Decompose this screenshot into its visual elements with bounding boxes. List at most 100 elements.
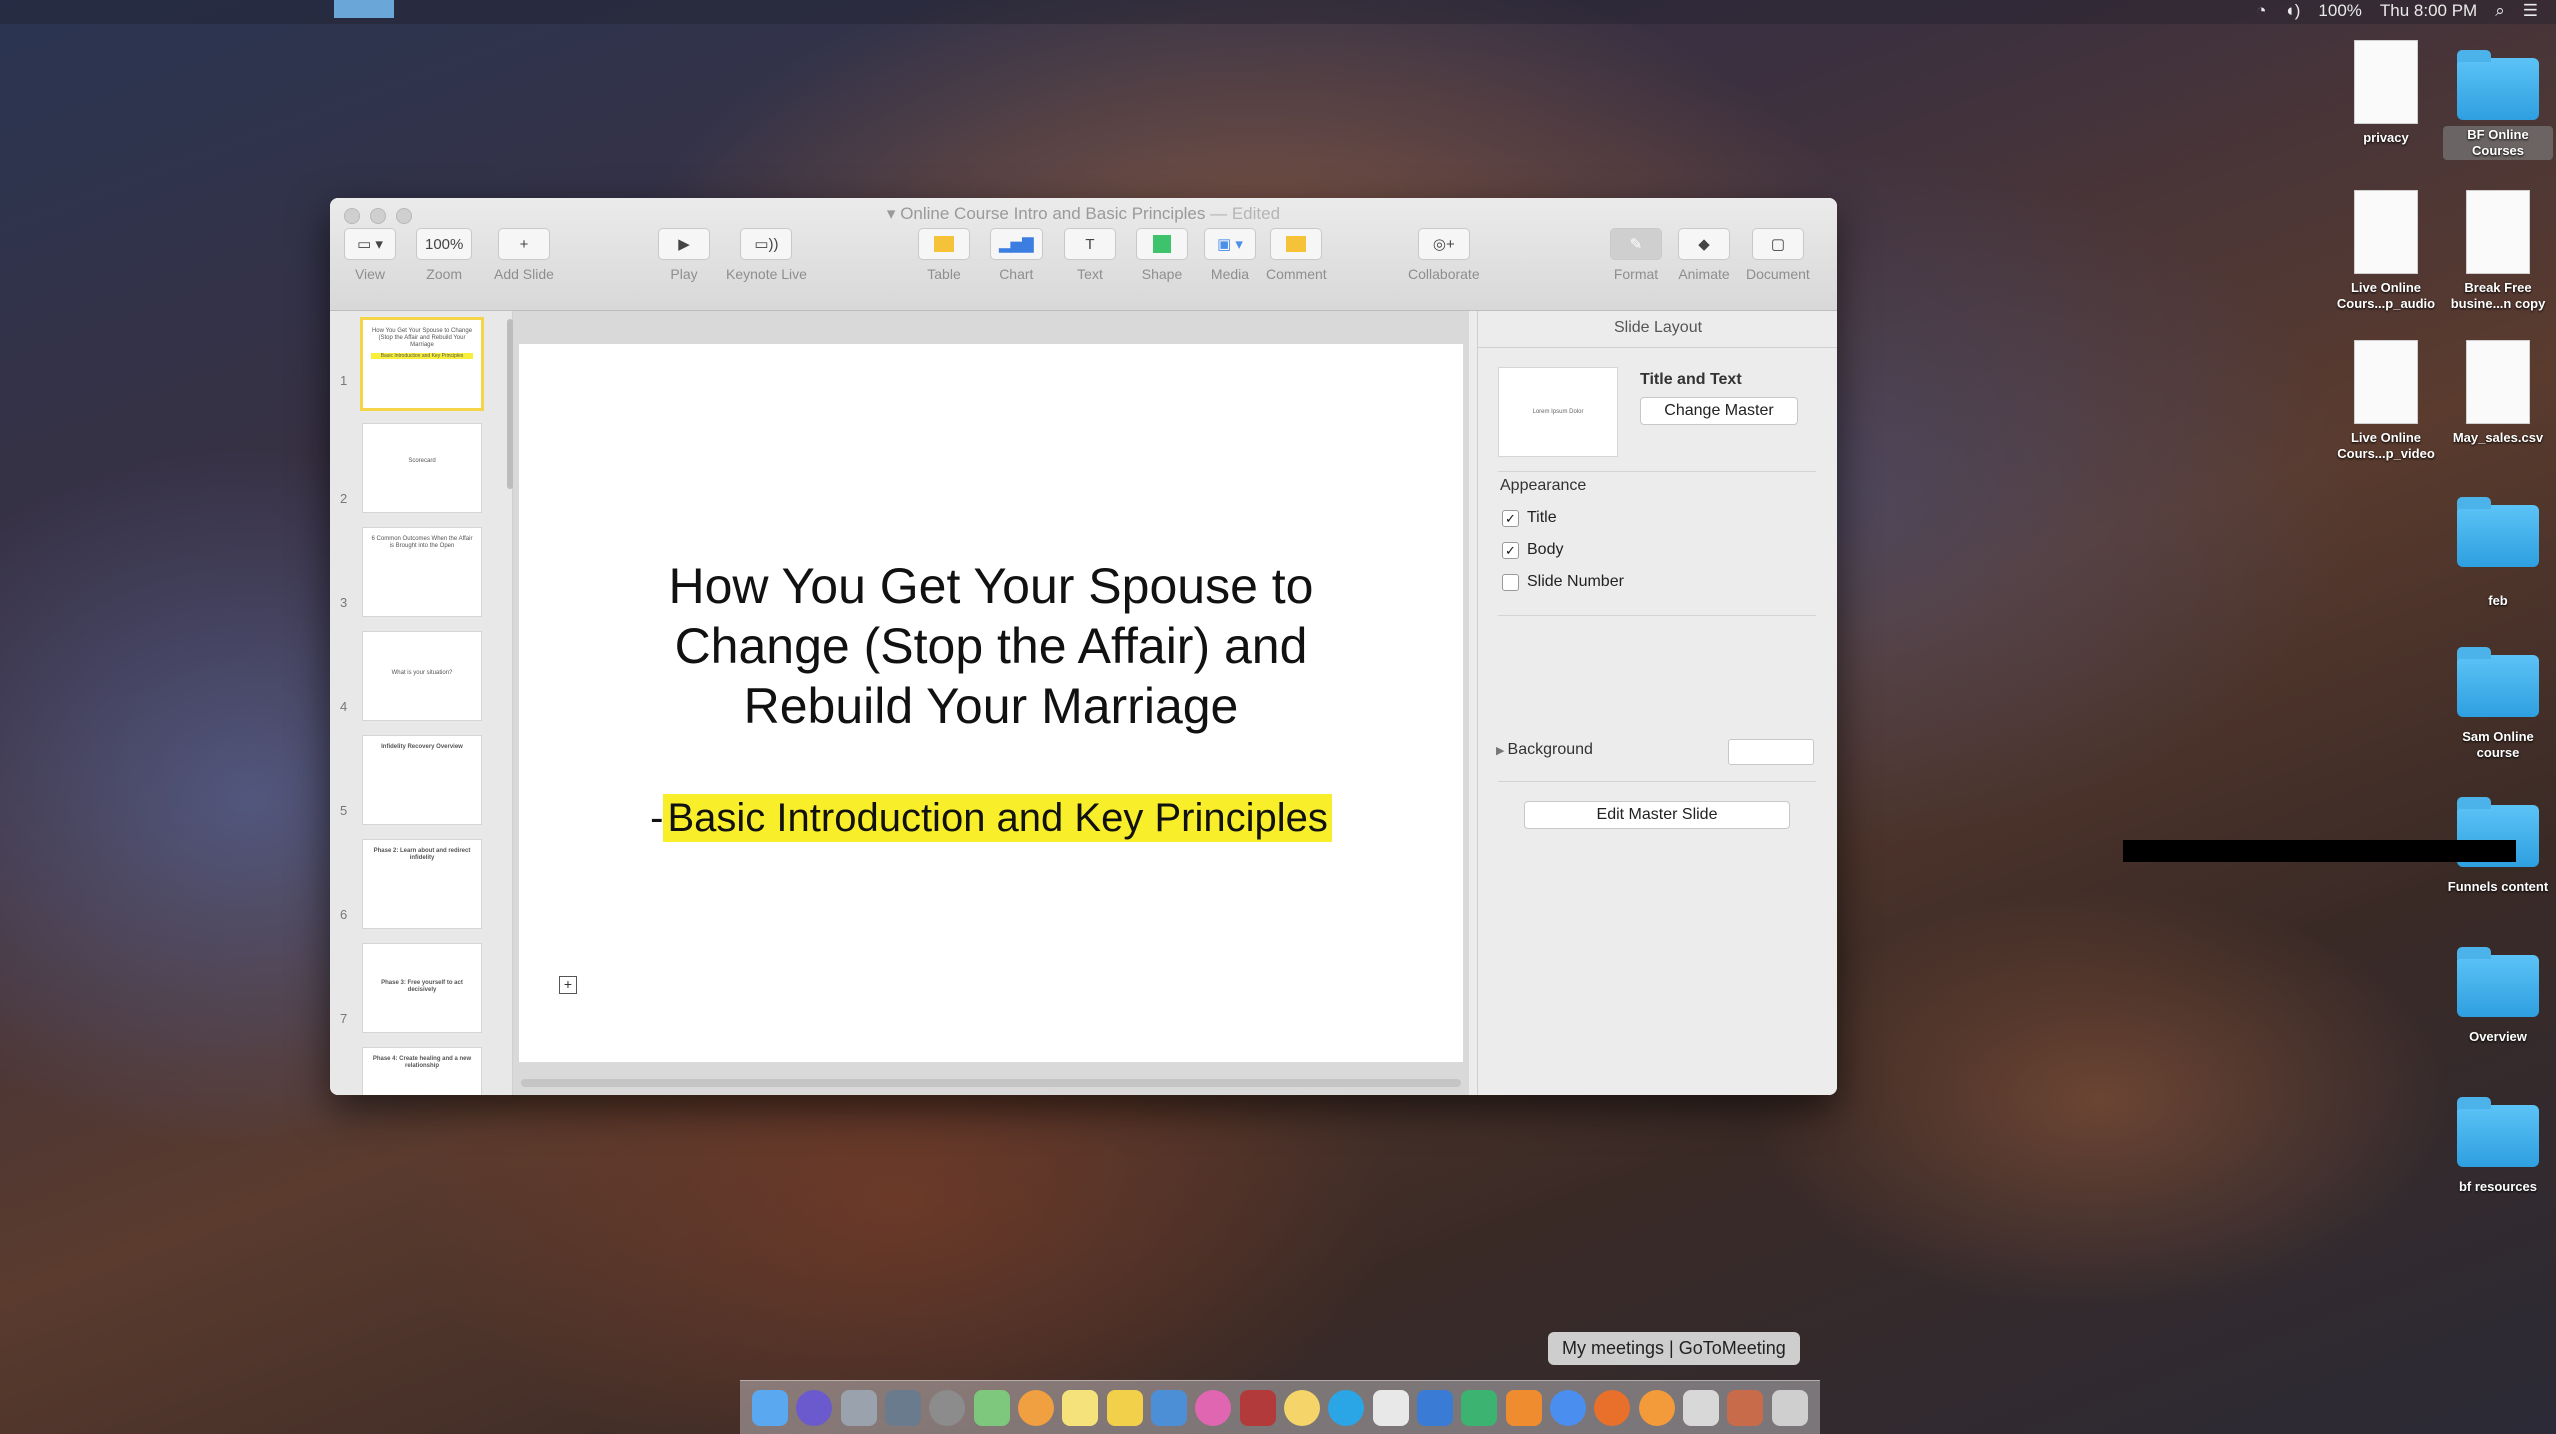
notification-center-icon[interactable]: ☰ <box>2523 1 2538 21</box>
mission-control-icon[interactable] <box>885 1389 922 1426</box>
play-button[interactable]: ▶ Play <box>658 228 710 282</box>
animate-button[interactable]: ◆ Animate <box>1678 228 1730 282</box>
divider <box>1498 615 1816 616</box>
current-slide[interactable]: How You Get Your Spouse to Change (Stop … <box>519 344 1463 1062</box>
numbers-icon[interactable] <box>1461 1389 1498 1426</box>
desktop-stack-icon[interactable] <box>1683 1389 1720 1426</box>
change-master-button[interactable]: Change Master <box>1640 397 1798 425</box>
notes-icon[interactable] <box>1062 1389 1099 1426</box>
launchpad-icon[interactable] <box>840 1389 877 1426</box>
slide-canvas-area[interactable]: How You Get Your Spouse to Change (Stop … <box>513 311 1469 1095</box>
slide-thumbnail-7[interactable]: Phase 3: Free yourself to act decisively <box>362 943 482 1033</box>
keynote-live-icon: ▭)) <box>740 228 793 260</box>
slide-title[interactable]: How You Get Your Spouse to Change (Stop … <box>609 556 1373 736</box>
keynote-icon[interactable] <box>1417 1389 1454 1426</box>
media-button[interactable]: ▣ ▾ Media <box>1204 228 1256 282</box>
table-button[interactable]: Table <box>918 228 970 282</box>
desktop-icon-bf-online-courses[interactable]: BF Online Courses <box>2443 50 2553 160</box>
desktop-icon-privacy[interactable]: privacy <box>2331 40 2441 146</box>
divider <box>1498 471 1816 472</box>
finder-icon[interactable] <box>752 1389 789 1426</box>
desktop-icon-overview[interactable]: Overview <box>2443 947 2553 1045</box>
lemon-app-icon[interactable] <box>1284 1389 1321 1426</box>
view-button[interactable]: ▭ ▾ View <box>344 228 396 282</box>
volume-icon[interactable]: ◖) <box>2284 1 2300 21</box>
itunes-icon[interactable] <box>1195 1389 1232 1426</box>
system-preferences-icon[interactable] <box>929 1389 966 1426</box>
paintbrush-icon: ✎ <box>1610 228 1662 260</box>
photos-icon[interactable] <box>1018 1389 1055 1426</box>
photo-booth-icon[interactable] <box>1239 1389 1276 1426</box>
slide-thumbnail-2[interactable]: Scorecard <box>362 423 482 513</box>
master-thumbnail[interactable]: Lorem Ipsum Dolor <box>1498 367 1618 457</box>
desktop-icon-may-sales[interactable]: May_sales.csv <box>2443 340 2553 446</box>
pages-icon[interactable] <box>1505 1389 1542 1426</box>
background-disclosure[interactable]: ▶ Background <box>1496 741 1593 759</box>
slide-subtitle[interactable]: - Basic Introduction and Key Principles <box>519 794 1463 842</box>
stickies-icon[interactable] <box>1106 1389 1143 1426</box>
trash-icon[interactable] <box>1771 1389 1808 1426</box>
folder-icon <box>2457 947 2539 1017</box>
text-button[interactable]: T Text <box>1064 228 1116 282</box>
downloads-stack-icon[interactable] <box>1727 1389 1764 1426</box>
format-button[interactable]: ✎ Format <box>1610 228 1662 282</box>
canvas-horizontal-scrollbar[interactable] <box>521 1079 1461 1087</box>
desktop-icon-live-audio[interactable]: Live Online Cours...p_audio <box>2331 190 2441 312</box>
checkmark-icon: ✓ <box>1502 541 1519 559</box>
zoom-dropdown[interactable]: 100% Zoom <box>416 228 473 282</box>
collaborate-button[interactable]: ◎+ Collaborate <box>1408 228 1480 282</box>
edit-master-slide-button[interactable]: Edit Master Slide <box>1524 801 1790 829</box>
preview-icon[interactable] <box>1151 1389 1188 1426</box>
slide-navigator[interactable]: How You Get Your Spouse to Change (Stop … <box>330 311 513 1095</box>
folder-icon <box>2457 1097 2539 1167</box>
slide-number-checkbox[interactable]: Slide Number <box>1502 573 1624 591</box>
desktop-icon-bf-resources[interactable]: bf resources <box>2443 1097 2553 1195</box>
chart-icon: ▂▅▇ <box>990 228 1043 260</box>
chart-button[interactable]: ▂▅▇ Chart <box>990 228 1043 282</box>
desktop-icon-sam-online-course[interactable]: Sam Online course <box>2443 647 2553 761</box>
master-name: Title and Text <box>1640 371 1742 388</box>
background-color-well[interactable] <box>1728 739 1814 765</box>
slide-thumbnail-8[interactable]: Phase 4: Create healing and a new relati… <box>362 1047 482 1095</box>
keynote-live-button[interactable]: ▭)) Keynote Live <box>726 228 807 282</box>
document-button[interactable]: ▢ Document <box>1746 228 1810 282</box>
siri-icon[interactable] <box>796 1389 833 1426</box>
document-icon <box>2354 190 2418 274</box>
add-object-icon[interactable]: + <box>559 976 577 994</box>
empty-checkbox-icon <box>1502 573 1519 591</box>
slide-thumbnail-4[interactable]: What is your situation? <box>362 631 482 721</box>
slide-thumbnail-6[interactable]: Phase 2: Learn about and redirect infide… <box>362 839 482 929</box>
gotomeeting-icon[interactable] <box>1638 1389 1675 1426</box>
slide-thumbnail-1[interactable]: How You Get Your Spouse to Change (Stop … <box>360 317 484 411</box>
comment-button[interactable]: Comment <box>1266 228 1327 282</box>
table-icon <box>918 228 970 260</box>
inspector-header: Slide Layout <box>1478 311 1837 348</box>
add-slide-button[interactable]: + Add Slide <box>494 228 554 282</box>
shape-button[interactable]: Shape <box>1136 228 1188 282</box>
textedit-icon[interactable] <box>1372 1389 1409 1426</box>
maps-icon[interactable] <box>973 1389 1010 1426</box>
dock-tooltip: My meetings | GoToMeeting <box>1548 1332 1800 1365</box>
firefox-icon[interactable] <box>1594 1389 1631 1426</box>
slide-thumbnail-5[interactable]: Infidelity Recovery Overview <box>362 735 482 825</box>
menubar-app-block[interactable] <box>334 0 394 18</box>
media-icon: ▣ ▾ <box>1204 228 1256 260</box>
redaction-bar <box>2123 840 2516 862</box>
chrome-icon[interactable] <box>1550 1389 1587 1426</box>
skype-icon[interactable] <box>1328 1389 1365 1426</box>
battery-percent[interactable]: 100% <box>2318 1 2361 21</box>
window-title[interactable]: ▾ Online Course Intro and Basic Principl… <box>330 204 1837 224</box>
keynote-doc-icon: ▾ <box>886 204 901 223</box>
folder-icon <box>2457 50 2539 120</box>
desktop-icon-live-video[interactable]: Live Online Cours...p_video <box>2331 340 2441 462</box>
wifi-icon[interactable]: ◔ <box>2256 1 2266 21</box>
desktop-icon-break-free[interactable]: Break Free busine...n copy <box>2443 190 2553 312</box>
menubar: ◔ ◖) 100% Thu 8:00 PM ⌕ ☰ <box>0 0 2556 24</box>
spotlight-icon[interactable]: ⌕ <box>2495 1 2505 21</box>
clock[interactable]: Thu 8:00 PM <box>2380 1 2477 21</box>
body-checkbox[interactable]: ✓ Body <box>1502 541 1563 559</box>
slide-thumbnail-3[interactable]: 6 Common Outcomes When the Affair is Bro… <box>362 527 482 617</box>
desktop-icon-feb[interactable]: feb <box>2443 497 2553 609</box>
title-checkbox[interactable]: ✓ Title <box>1502 509 1557 527</box>
disclosure-triangle-icon: ▶ <box>1496 745 1508 757</box>
